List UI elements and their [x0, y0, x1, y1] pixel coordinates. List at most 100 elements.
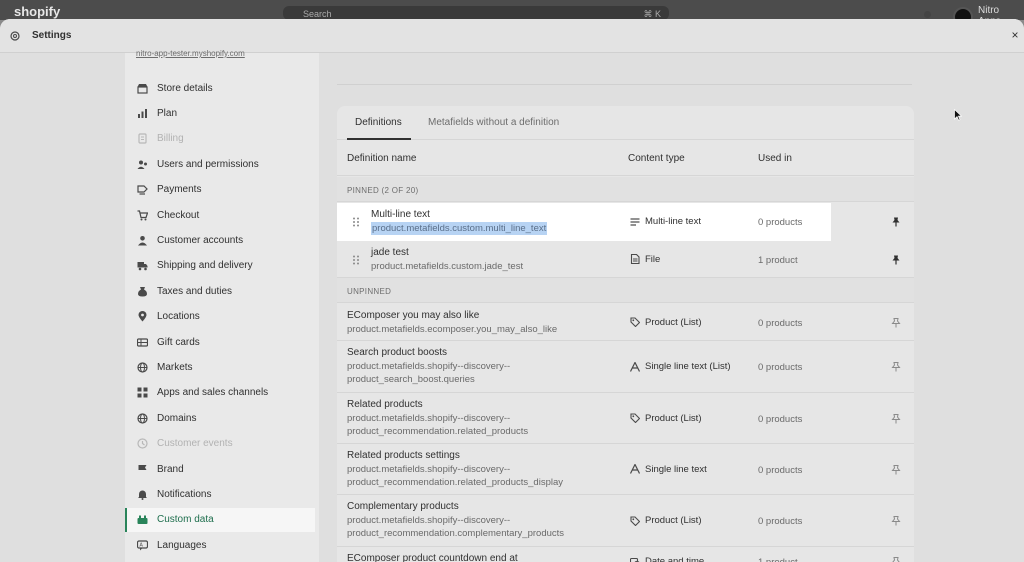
pin-button-pin-icon[interactable] — [891, 557, 901, 562]
tab-definitions[interactable]: Definitions — [355, 117, 402, 128]
sidebar-item-taxes-and-duties[interactable]: Taxes and duties — [125, 279, 319, 303]
definition-row[interactable]: Search product boosts product.metafields.… — [337, 341, 914, 393]
drag-handle-icon[interactable] — [352, 217, 360, 227]
modal-title: Settings — [32, 30, 72, 41]
definition-key: product.metafields.shopify--discovery-- — [347, 413, 511, 424]
definition-name: Related products settings — [347, 450, 460, 461]
sidebar-item-customer-accounts[interactable]: Customer accounts — [125, 228, 319, 252]
sidebar-item-shipping-and-delivery[interactable]: Shipping and delivery — [125, 254, 319, 278]
definition-row[interactable]: EComposer product countdown end atproduc… — [337, 547, 914, 562]
sidebar-item-domains[interactable]: Domains — [125, 406, 319, 430]
content-type-label: Multi-line text — [645, 216, 701, 227]
pinned-section-header: PINNED (2 OF 20) — [337, 177, 914, 202]
definition-row[interactable]: Complementary products product.metafields… — [337, 495, 914, 547]
sidebar-item-users-and-permissions[interactable]: Users and permissions — [125, 152, 319, 176]
sidebar-item-apps-and-sales-channels[interactable]: Apps and sales channels — [125, 381, 319, 405]
sidebar-item-label: Gift cards — [157, 336, 200, 348]
sidebar-item-payments[interactable]: Payments — [125, 178, 319, 202]
settings-content: nitro-app-tester.myshopify.com Store det… — [0, 49, 1024, 562]
sidebar-item-brand[interactable]: Brand — [125, 457, 319, 481]
sidebar-item-label: Custom data — [157, 514, 214, 526]
sidebar-item-label: Taxes and duties — [157, 285, 233, 297]
sidebar-item-checkout[interactable]: Checkout — [125, 203, 319, 227]
definition-key-continued: product_recommendation.complementary_pro… — [347, 528, 565, 539]
unpin-button-pin-icon[interactable] — [891, 217, 901, 230]
sidebar-item-store-details[interactable]: Store details — [125, 76, 319, 100]
location-pin-icon — [137, 311, 148, 322]
modal-header: Settings × — [0, 19, 1024, 53]
used-in-count: 0 products — [758, 362, 803, 373]
sidebar-item-label: Brand — [157, 463, 184, 475]
active-tab-indicator — [347, 138, 411, 140]
definition-row[interactable]: Related products product.metafields.shopi… — [337, 393, 914, 444]
sidebar-item-plan[interactable]: Plan — [125, 101, 319, 125]
globe-icon — [137, 362, 148, 373]
drag-handle-icon[interactable] — [352, 255, 360, 265]
sidebar-item-gift-cards[interactable]: Gift cards — [125, 330, 319, 354]
used-in-count: 0 products — [758, 217, 803, 228]
gear-icon — [10, 31, 20, 41]
store-icon — [137, 83, 148, 94]
sidebar-item-languages[interactable]: A Languages — [125, 533, 319, 557]
file-icon — [630, 254, 640, 264]
product-tag-icon — [630, 317, 640, 327]
tab-bar: Definitions Metafields without a definit… — [337, 106, 914, 140]
content-type: Product (List) — [630, 413, 702, 424]
content-type: File — [630, 254, 660, 265]
close-button[interactable]: × — [1008, 28, 1022, 42]
content-type-label: Single line text — [645, 463, 707, 475]
calendar-clock-icon — [630, 557, 640, 562]
custom-data-icon — [137, 514, 148, 525]
column-used-in: Used in — [758, 153, 792, 164]
sidebar-item-locations[interactable]: Locations — [125, 305, 319, 329]
truck-icon — [137, 260, 148, 271]
content-type-label: Date and time — [645, 556, 705, 562]
content-type: Single line text (List) — [630, 361, 731, 372]
definition-key-continued: product_recommendation.related_products_… — [347, 477, 563, 488]
definition-key-continued: product_search_boost.queries — [347, 374, 475, 385]
gift-card-icon — [137, 337, 148, 348]
pin-button-pin-icon[interactable] — [891, 413, 901, 427]
pinned-definition-row[interactable]: jade test product.metafields.custom.jade_… — [337, 241, 914, 278]
notification-bell-icon — [924, 11, 931, 18]
sidebar-item-markets[interactable]: Markets — [125, 355, 319, 379]
definition-name: Related products — [347, 399, 423, 410]
table-header: Definition name Content type Used in — [337, 141, 914, 176]
shop-url-link[interactable]: nitro-app-tester.myshopify.com — [136, 49, 245, 58]
column-definition-name: Definition name — [347, 153, 417, 164]
text-a-icon — [630, 464, 640, 474]
tab-metafields-without-definition[interactable]: Metafields without a definition — [428, 117, 559, 128]
used-in-count: 0 products — [758, 317, 803, 329]
content-type-label: Product (List) — [645, 412, 702, 424]
definition-key: product.metafields.ecomposer.you_may_als… — [347, 324, 558, 335]
product-tag-icon — [630, 515, 640, 526]
sidebar-item-label: Apps and sales channels — [157, 387, 269, 399]
pin-button-pin-icon[interactable] — [891, 464, 901, 478]
text-a-icon — [630, 361, 640, 372]
apps-icon — [137, 387, 148, 398]
sidebar-item-billing: Billing — [125, 127, 319, 151]
sidebar-item-label: Checkout — [157, 209, 200, 221]
pin-button-pin-icon[interactable] — [891, 516, 901, 529]
cart-icon — [137, 209, 148, 221]
used-in-count: 0 products — [758, 516, 803, 527]
pin-button-pin-icon[interactable] — [891, 362, 901, 375]
sidebar-item-label: Users and permissions — [157, 158, 259, 170]
sidebar-item-label: Shipping and delivery — [157, 260, 253, 272]
definition-row[interactable]: EComposer you may also like product.metaf… — [337, 304, 914, 341]
definition-name: Search product boosts — [347, 347, 448, 358]
pin-button-pin-icon[interactable] — [891, 317, 901, 331]
billing-icon — [137, 133, 148, 144]
pinned-label: PINNED (2 OF 20) — [347, 186, 419, 195]
definition-row[interactable]: Related products settings product.metafie… — [337, 444, 914, 495]
definition-name: jade test — [371, 247, 409, 258]
pinned-definition-row[interactable]: Multi-line text product.metafields.custom… — [337, 203, 831, 241]
mouse-cursor-icon — [954, 109, 962, 121]
sidebar-item-notifications[interactable]: Notifications — [125, 482, 319, 506]
definition-name: Multi-line text — [371, 209, 430, 220]
sidebar-item-label: Billing — [157, 133, 184, 145]
content-type: Product (List) — [630, 317, 702, 328]
sidebar-item-custom-data[interactable]: Custom data — [125, 507, 315, 532]
unpin-button-pin-icon[interactable] — [891, 255, 901, 268]
sidebar-item-label: Languages — [157, 539, 207, 551]
